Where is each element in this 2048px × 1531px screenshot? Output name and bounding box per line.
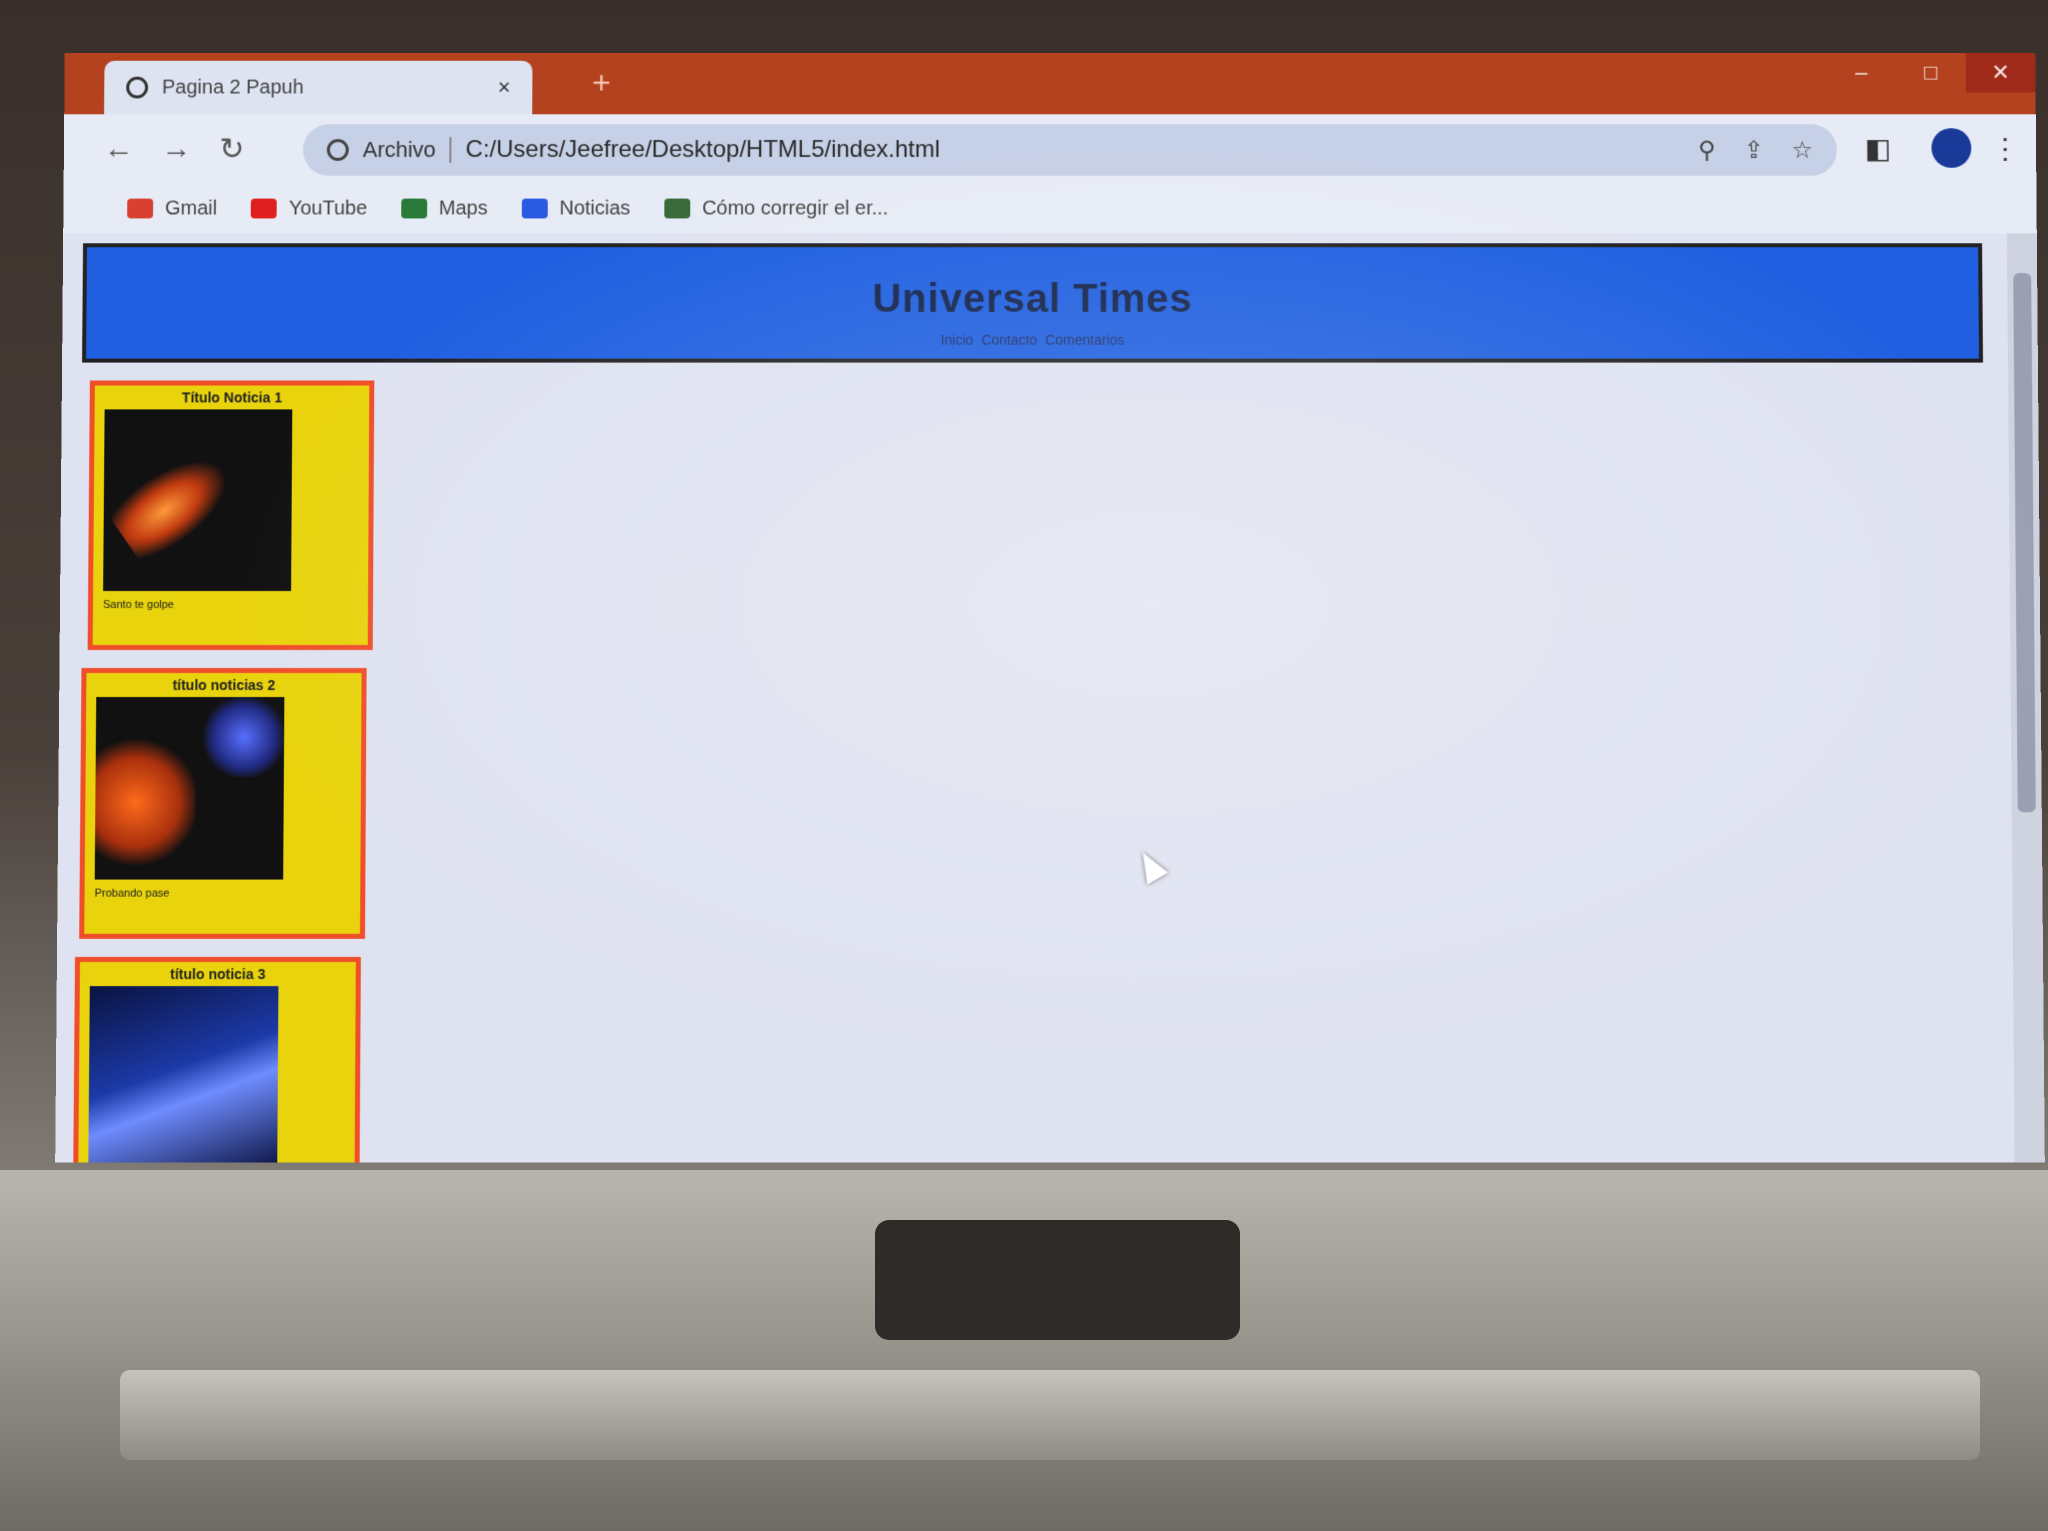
tab-strip: Pagina 2 Papuh × + – □ ✕ [64, 52, 2036, 115]
site-header: Universal Times Inicio Contacto Comentar… [82, 243, 1984, 363]
new-tab-button[interactable]: + [592, 65, 611, 102]
browser-toolbar: ← → ↻ Archivo C:/Users/Jeefree/Desktop/H… [63, 114, 2037, 184]
bookmark-label: Noticias [559, 197, 631, 219]
profile-avatar[interactable] [1931, 128, 1972, 168]
laptop-screen: Pagina 2 Papuh × + – □ ✕ ← → ↻ Archivo C… [55, 52, 2045, 1163]
news-image [103, 409, 293, 592]
gmail-icon [127, 198, 154, 219]
side-panel-icon[interactable]: ◧ [1865, 132, 1892, 165]
zoom-icon[interactable]: ⚲ [1698, 136, 1716, 165]
news-caption: Santo te golpe [102, 599, 174, 611]
news-title: Título Noticia 1 [181, 389, 283, 406]
globe-icon [126, 76, 149, 99]
share-icon[interactable]: ⇪ [1744, 136, 1764, 165]
bookmark-item[interactable]: Maps [401, 197, 488, 220]
bookmarks-bar: Gmail YouTube Maps Noticias Cómo corregir el… [63, 183, 2037, 234]
close-window-icon[interactable]: ✕ [1965, 52, 2036, 93]
laptop-logo-plate [875, 1220, 1240, 1340]
site-nav: Inicio Contacto Comentarios [86, 332, 1979, 348]
menu-kebab-icon[interactable]: ⋮ [1991, 132, 2019, 165]
bookmark-item[interactable]: Gmail [127, 197, 217, 220]
news-image [88, 986, 279, 1163]
tab-title: Pagina 2 Papuh [161, 76, 304, 98]
news-title: título noticia 3 [170, 966, 266, 983]
bookmark-item[interactable]: Cómo corregir el er... [664, 197, 888, 220]
mouse-cursor [1132, 846, 1169, 885]
bookmark-label: YouTube [288, 197, 368, 219]
browser-tab[interactable]: Pagina 2 Papuh × [104, 60, 533, 115]
bookmark-label: Gmail [164, 197, 218, 219]
news-title: título noticias 2 [172, 677, 276, 694]
close-tab-icon[interactable]: × [498, 75, 511, 101]
bookmark-label: Cómo corregir el er... [702, 197, 889, 219]
forward-icon[interactable]: → [161, 132, 191, 166]
maximize-icon[interactable]: □ [1896, 53, 1966, 93]
reload-icon[interactable]: ↻ [219, 132, 244, 167]
news-image [94, 697, 285, 880]
site-title: Universal Times [872, 277, 1193, 321]
window-controls: – □ ✕ [1826, 52, 2036, 93]
nav-link-contacto[interactable]: Contacto [981, 332, 1037, 348]
youtube-icon [250, 198, 277, 219]
address-separator [449, 137, 452, 163]
bookmark-page-icon [664, 198, 691, 219]
news-card: título noticia 3 [72, 956, 361, 1163]
nav-link-inicio[interactable]: Inicio [941, 332, 974, 348]
bookmark-item[interactable]: YouTube [250, 197, 368, 220]
minimize-icon[interactable]: – [1826, 53, 1896, 93]
nav-link-comentarios[interactable]: Comentarios [1045, 332, 1124, 348]
news-caption: Probando pase [94, 887, 170, 900]
maps-icon [401, 198, 428, 219]
back-icon[interactable]: ← [104, 132, 134, 166]
bookmark-item[interactable]: Noticias [521, 197, 631, 220]
page-viewport: Universal Times Inicio Contacto Comentar… [55, 233, 2015, 1163]
address-bar[interactable]: Archivo C:/Users/Jeefree/Desktop/HTML5/i… [302, 124, 1838, 176]
news-icon [521, 198, 548, 219]
news-card: título noticias 2 Probando pase [79, 668, 367, 939]
bookmark-star-icon[interactable]: ☆ [1791, 136, 1813, 165]
address-url[interactable]: C:/Users/Jeefree/Desktop/HTML5/index.htm… [466, 136, 1671, 164]
address-scheme: Archivo [362, 137, 436, 162]
bookmark-label: Maps [438, 197, 488, 219]
laptop-hinge [120, 1370, 1980, 1460]
site-info-icon[interactable] [326, 139, 349, 161]
news-card: Título Noticia 1 Santo te golpe [87, 380, 375, 651]
scrollbar-thumb[interactable] [2013, 273, 2036, 813]
